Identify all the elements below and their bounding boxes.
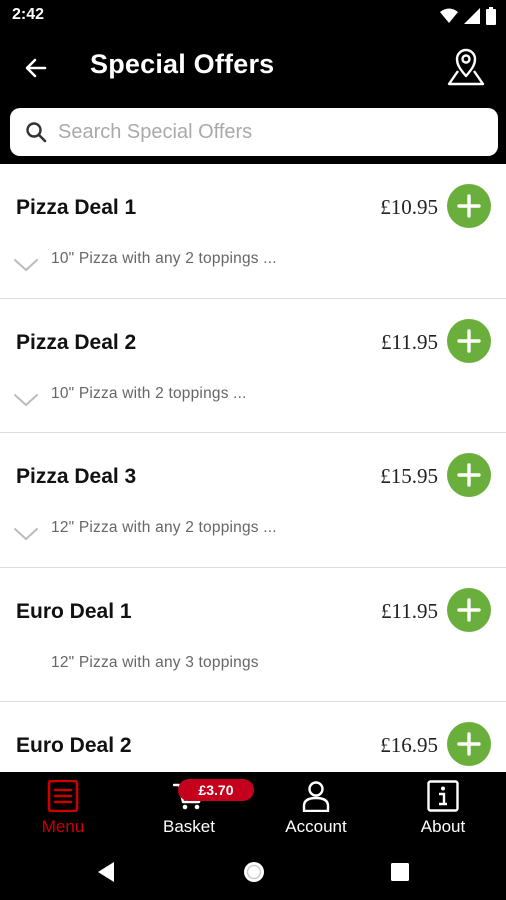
add-to-basket-button[interactable]: [447, 587, 491, 632]
system-recents-button[interactable]: [386, 858, 414, 886]
status-time: 2:42: [12, 6, 45, 23]
nav-account-label: Account: [285, 817, 347, 836]
basket-total-badge: £3.70: [178, 779, 254, 801]
offer-item[interactable]: Euro Deal 1 £11.95 12" Pizza with any 3 …: [0, 568, 506, 702]
offer-description: 10" Pizza with 2 toppings ...: [51, 384, 247, 402]
page-title: Special Offers: [90, 49, 275, 79]
system-nav-bar: [0, 844, 506, 900]
offer-price: £11.95: [381, 598, 438, 623]
search-input[interactable]: [58, 108, 488, 156]
battery-icon: [486, 7, 496, 25]
chevron-down-icon[interactable]: [12, 525, 40, 543]
offer-price: £16.95: [380, 733, 438, 757]
circle-home-icon: [244, 862, 264, 882]
nav-account[interactable]: Account: [253, 772, 379, 844]
wifi-icon: [440, 8, 458, 23]
info-icon: [427, 780, 459, 812]
map-pin-icon: [447, 48, 485, 86]
system-home-button[interactable]: [240, 858, 268, 886]
offer-name: Euro Deal 2: [16, 734, 132, 757]
offer-name: Pizza Deal 3: [16, 465, 137, 488]
add-to-basket-button[interactable]: [447, 453, 491, 497]
offer-name: Pizza Deal 1: [16, 196, 137, 219]
back-button[interactable]: [18, 50, 54, 86]
plus-icon: [457, 732, 481, 756]
chevron-down-icon[interactable]: [12, 391, 40, 409]
offer-description: 12" Pizza with any 3 toppings: [51, 653, 259, 671]
offer-description: 10" Pizza with any 2 toppings ...: [51, 250, 277, 267]
plus-icon: [457, 597, 481, 622]
triangle-back-icon: [98, 862, 114, 882]
offer-price: £10.95: [380, 195, 438, 219]
nav-about-label: About: [420, 817, 466, 836]
square-recents-icon: [391, 863, 409, 881]
offer-name: Euro Deal 1: [16, 599, 132, 623]
status-icons: [440, 7, 496, 25]
add-to-basket-button[interactable]: [447, 722, 491, 766]
nav-menu-label: Menu: [41, 817, 85, 836]
nav-menu[interactable]: Menu: [0, 772, 126, 844]
add-to-basket-button[interactable]: [447, 184, 491, 228]
status-bar: 2:42: [0, 0, 506, 34]
offer-name: Pizza Deal 2: [16, 330, 137, 354]
offers-list: Pizza Deal 1 £10.95 10" Pizza with any 2…: [0, 164, 506, 772]
system-back-button[interactable]: [92, 858, 120, 886]
chevron-down-icon[interactable]: [12, 256, 40, 274]
plus-icon: [457, 463, 481, 487]
app-bar: Special Offers: [0, 34, 506, 100]
search-icon: [26, 122, 47, 143]
plus-icon: [457, 328, 481, 353]
add-to-basket-button[interactable]: [447, 318, 491, 363]
signal-icon: [464, 8, 480, 24]
search-bar: [0, 100, 506, 164]
bottom-nav: Menu Basket £3.70 Account About: [0, 772, 506, 844]
offer-description: 12" Pizza with any 2 toppings ...: [51, 519, 277, 536]
offer-price: £15.95: [380, 464, 438, 488]
user-icon: [302, 781, 330, 812]
store-location-button[interactable]: [442, 42, 490, 90]
nav-about[interactable]: About: [380, 772, 506, 844]
offer-item[interactable]: Pizza Deal 3 £15.95 12" Pizza with any 2…: [0, 433, 506, 568]
menu-list-icon: [47, 780, 79, 812]
nav-basket-label: Basket: [163, 817, 215, 836]
offer-item[interactable]: Pizza Deal 2 £11.95 10" Pizza with 2 top…: [0, 299, 506, 433]
search-box[interactable]: [10, 108, 498, 156]
arrow-left-icon: [25, 58, 47, 78]
offer-item[interactable]: Euro Deal 2 £16.95: [0, 702, 506, 772]
offer-item[interactable]: Pizza Deal 1 £10.95 10" Pizza with any 2…: [0, 164, 506, 299]
plus-icon: [457, 194, 481, 218]
offer-price: £11.95: [381, 329, 438, 354]
